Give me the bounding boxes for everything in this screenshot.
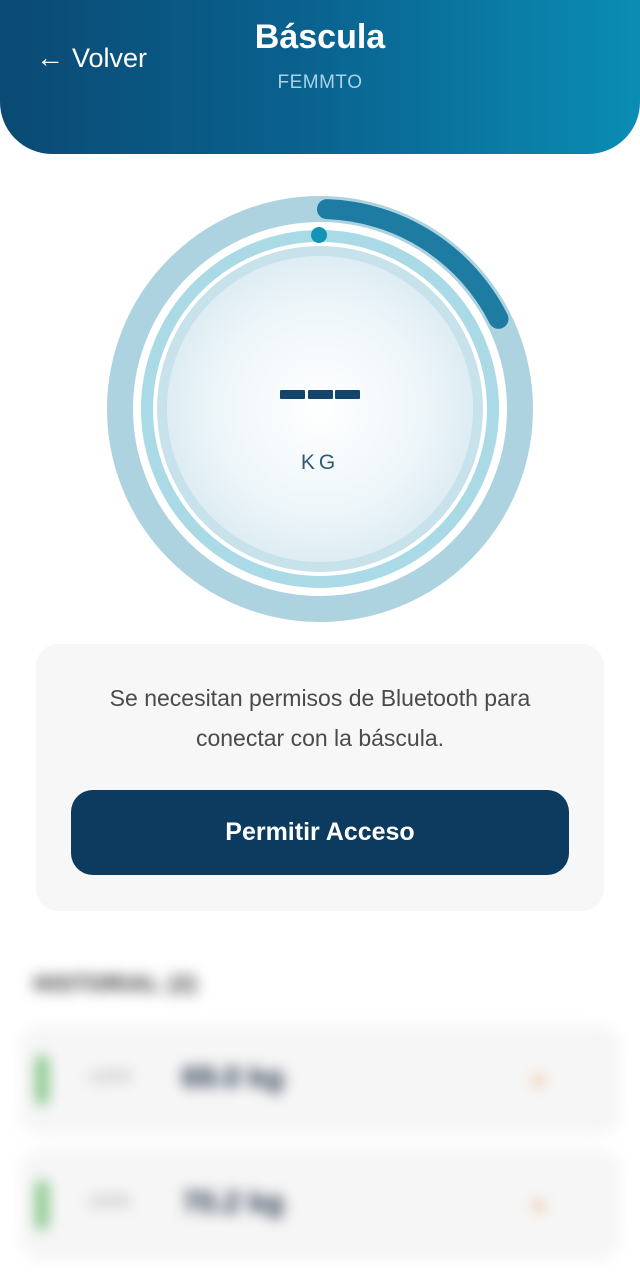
history-row[interactable]: 12/05 69.0 kg ● [20,1025,620,1135]
device-name: FEMMTO [277,72,363,93]
status-bar [36,1180,48,1230]
trend-icon: ● [532,1192,546,1217]
weight-dash-segment [307,390,333,399]
header-bar: ← Volver Báscula FEMMTO [0,0,640,154]
trend-icon: ● [532,1067,546,1092]
permission-message: Se necesitan permisos de Bluetooth para … [109,685,531,751]
allow-access-button[interactable]: Permitir Acceso [71,790,569,875]
weight-unit: KG [300,451,340,474]
history-title: HISTORIAL (2) [34,971,198,996]
weight-dash-segment [280,390,305,399]
weight-dash-segment [335,390,360,399]
status-bar [36,1055,48,1105]
weight-history: HISTORIAL (2) 12/05 69.0 kg ● 10/05 70.2… [0,945,640,1281]
history-row[interactable]: 10/05 70.2 kg ● [20,1150,620,1260]
page-title: Báscula [254,18,386,56]
history-weight: 70.2 kg [182,1186,284,1219]
history-date: 12/05 [88,1067,131,1086]
weight-gauge: KG [106,195,534,623]
indicator-dot [311,227,327,243]
center-disc [157,246,483,572]
bluetooth-permission-card: Se necesitan permisos de Bluetooth para … [36,644,604,911]
history-date: 10/05 [88,1192,131,1211]
history-weight: 69.0 kg [182,1061,284,1094]
gauge-rings [107,196,533,622]
weight-placeholder [280,390,360,399]
